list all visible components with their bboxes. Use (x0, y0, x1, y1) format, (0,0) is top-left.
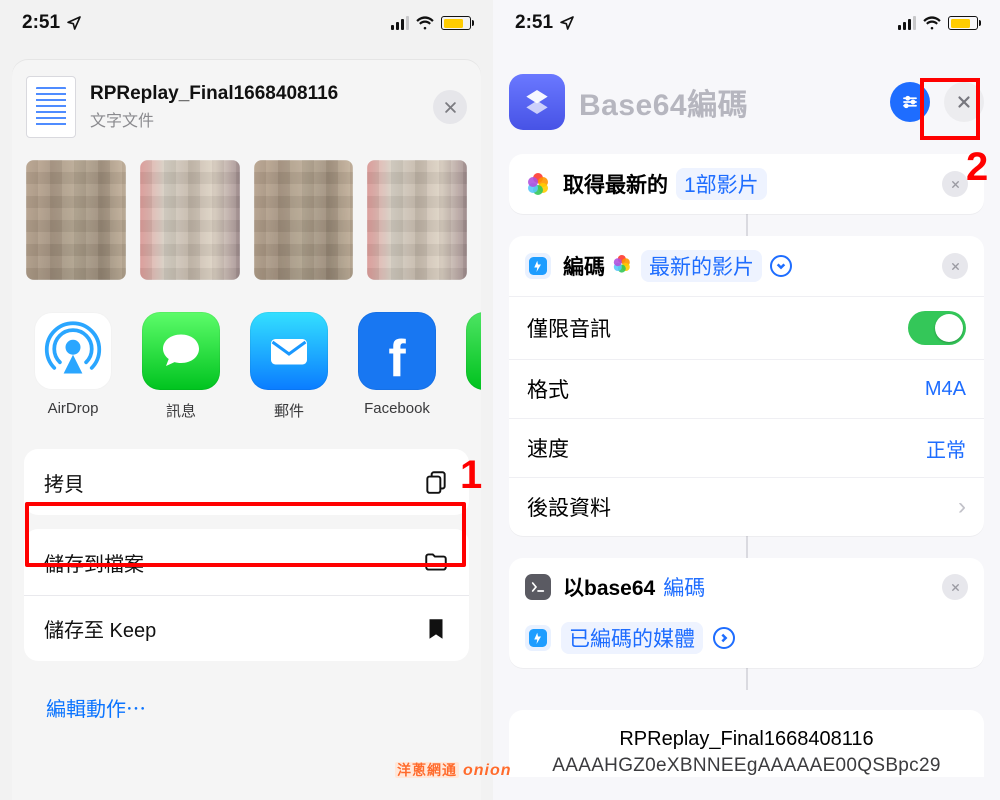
bookmark-icon (423, 616, 449, 642)
shortcut-title[interactable]: Base64編碼 (579, 80, 876, 124)
copy-action[interactable]: 拷貝 (24, 449, 469, 515)
param-encoded-media[interactable]: 已編碼的媒體 (561, 622, 703, 654)
wifi-icon (415, 16, 435, 30)
save-to-files-action[interactable]: 儲存到檔案 (24, 529, 469, 595)
param-latest-video[interactable]: 最新的影片 (641, 250, 762, 282)
close-share-sheet-button[interactable] (433, 90, 467, 124)
suggested-contact[interactable] (140, 160, 240, 280)
photos-app-icon (613, 256, 633, 276)
edit-actions-link[interactable]: 編輯動作⋯ (24, 675, 469, 740)
location-services-icon (559, 15, 575, 31)
app-icon (466, 312, 481, 390)
status-bar: 2:51 (0, 0, 493, 46)
share-target-facebook[interactable]: f Facebook (358, 312, 436, 421)
param-encode-mode[interactable]: 編碼 (663, 572, 705, 602)
share-sheet: RPReplay_Final1668408116 文字文件 (12, 60, 481, 800)
result-file-name: RPReplay_Final1668408116 (529, 728, 964, 751)
messages-icon (142, 312, 220, 390)
remove-action-button[interactable] (942, 171, 968, 197)
text-document-icon (26, 76, 76, 138)
shortcut-settings-button[interactable] (890, 82, 930, 122)
status-time: 2:51 (515, 12, 553, 34)
share-target-more[interactable] (466, 312, 481, 421)
location-services-icon (66, 15, 82, 31)
status-bar: 2:51 (493, 0, 1000, 46)
action-base64-encode: 以base64 編碼 已編碼的媒體 (509, 558, 984, 668)
photos-app-icon (525, 171, 551, 197)
annotation-number: 2 (966, 145, 988, 190)
status-time: 2:51 (22, 12, 60, 34)
share-target-mail[interactable]: 郵件 (250, 312, 328, 421)
suggested-contact[interactable] (367, 160, 467, 280)
share-sheet-pane: 2:51 RPReplay_Final1668408116 文字文件 (0, 0, 493, 800)
wifi-icon (922, 16, 942, 30)
result-preview-card: RPReplay_Final1668408116 AAAAHGZ0eXBNNEE… (509, 710, 984, 777)
cellular-signal-icon (898, 16, 916, 30)
watermark: 洋蔥網通onion (395, 760, 512, 780)
param-count-videos[interactable]: 1部影片 (676, 168, 767, 200)
copy-action-card: 拷貝 (24, 449, 469, 515)
option-format[interactable]: 格式 M4A (509, 359, 984, 418)
flow-connector (746, 668, 748, 690)
suggested-contacts-row (12, 156, 481, 290)
airdrop-icon (34, 312, 112, 390)
more-actions-card: 儲存到檔案 儲存至 Keep (24, 529, 469, 661)
option-metadata[interactable]: 後設資料 › (509, 477, 984, 536)
flow-connector (746, 536, 748, 558)
save-to-keep-action[interactable]: 儲存至 Keep (24, 595, 469, 661)
flow-connector (746, 214, 748, 236)
suggested-contact[interactable] (26, 160, 126, 280)
share-target-messages[interactable]: 訊息 (142, 312, 220, 421)
remove-action-button[interactable] (942, 253, 968, 279)
battery-icon (441, 16, 471, 30)
folder-icon (423, 549, 449, 575)
action-encode-media: 編碼 最新的影片 僅限音訊 格 (509, 236, 984, 536)
close-shortcut-button[interactable] (944, 82, 984, 122)
facebook-icon: f (358, 312, 436, 390)
result-encoded-text: AAAAHGZ0eXBNNEEgAAAAAE00QSBpc29 (529, 755, 964, 777)
shared-file-header: RPReplay_Final1668408116 文字文件 (12, 60, 481, 156)
share-target-airdrop[interactable]: AirDrop (34, 312, 112, 421)
remove-action-button[interactable] (942, 574, 968, 600)
action-get-latest-video: 取得最新的 1部影片 (509, 154, 984, 214)
option-audio-only: 僅限音訊 (509, 296, 984, 359)
chevron-right-icon: › (958, 493, 966, 521)
option-speed[interactable]: 速度 正常 (509, 418, 984, 477)
audio-only-toggle[interactable] (908, 311, 966, 345)
shortcuts-editor-pane: 2:51 Base64編碼 (493, 0, 1000, 800)
share-apps-row: AirDrop 訊息 郵件 f Facebook (12, 290, 481, 431)
expand-options-button[interactable] (770, 255, 792, 277)
quick-action-icon (525, 253, 551, 279)
script-action-icon (525, 574, 551, 600)
shared-file-name: RPReplay_Final1668408116 (90, 83, 419, 105)
copy-icon (423, 469, 449, 495)
cellular-signal-icon (391, 16, 409, 30)
battery-icon (948, 16, 978, 30)
shared-file-type: 文字文件 (90, 107, 419, 131)
expand-options-button[interactable] (713, 627, 735, 649)
quick-action-icon (525, 625, 551, 651)
mail-icon (250, 312, 328, 390)
shortcuts-app-icon (509, 74, 565, 130)
shortcut-header: Base64編碼 (493, 46, 1000, 148)
suggested-contact[interactable] (254, 160, 354, 280)
annotation-number: 1 (460, 453, 482, 498)
